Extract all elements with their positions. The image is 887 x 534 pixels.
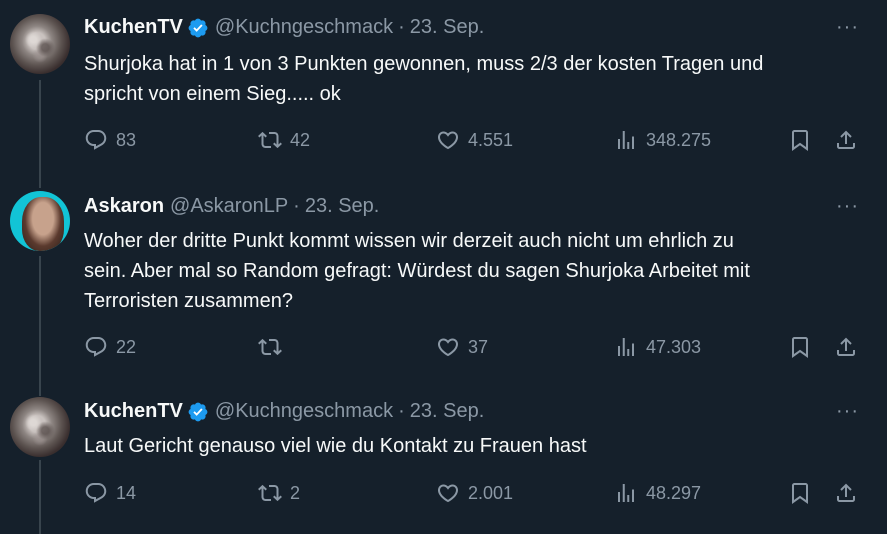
tweet[interactable]: KuchenTV @Kuchngeschmack · 23. Sep. ··· … <box>0 395 887 534</box>
share-icon <box>837 483 855 502</box>
tweet-text: Laut Gericht genauso viel wie du Kontakt… <box>84 431 874 461</box>
tweet-text: Woher der dritte Punkt kommt wissen wir … <box>84 226 874 316</box>
views-button[interactable]: 48.297 <box>614 481 701 505</box>
retweet-icon <box>258 338 282 356</box>
verified-badge-icon <box>187 401 209 423</box>
heart-icon <box>437 131 459 150</box>
like-button[interactable]: 2.001 <box>436 481 513 505</box>
reply-icon <box>85 483 107 503</box>
verified-badge-icon <box>187 17 209 39</box>
more-options-icon[interactable]: ··· <box>836 195 859 218</box>
heart-icon <box>437 484 459 503</box>
action-bar: 83 42 4.551 348.275 <box>84 128 864 158</box>
separator-dot: · <box>398 400 405 422</box>
tweet-header: KuchenTV @Kuchngeschmack · 23. Sep. <box>84 16 484 39</box>
retweet-count: 2 <box>290 483 301 503</box>
share-button[interactable] <box>834 481 858 505</box>
avatar[interactable] <box>10 397 70 457</box>
share-icon <box>837 337 855 356</box>
bookmark-button[interactable] <box>788 128 812 152</box>
retweet-button[interactable] <box>258 335 290 359</box>
tweet-text-line: sein. Aber mal so Random gefragt: Würdes… <box>84 260 750 282</box>
retweet-count: 42 <box>290 130 311 150</box>
tweet-header: KuchenTV @Kuchngeschmack · 23. Sep. <box>84 400 484 423</box>
reply-count: 22 <box>116 337 137 357</box>
avatar[interactable] <box>10 191 70 251</box>
bookmark-icon <box>792 337 808 358</box>
retweet-button[interactable]: 2 <box>258 481 300 505</box>
views-button[interactable]: 348.275 <box>614 128 711 152</box>
reply-button[interactable]: 14 <box>84 481 136 505</box>
more-options-icon[interactable]: ··· <box>836 16 859 39</box>
reply-button[interactable]: 83 <box>84 128 136 152</box>
tweet-text-line: Terroristen zusammen? <box>84 290 293 312</box>
views-count: 47.303 <box>646 337 702 357</box>
tweet-text-line: Woher der dritte Punkt kommt wissen wir … <box>84 230 734 252</box>
retweet-button[interactable]: 42 <box>258 128 310 152</box>
reply-icon <box>85 130 107 150</box>
tweet-text: Shurjoka hat in 1 von 3 Punkten gewonnen… <box>84 49 874 109</box>
bookmark-button[interactable] <box>788 481 812 505</box>
views-button[interactable]: 47.303 <box>614 335 701 359</box>
tweet-date[interactable]: 23. Sep. <box>305 195 380 218</box>
views-count: 48.297 <box>646 483 702 503</box>
tweet-text-line: Laut Gericht genauso viel wie du Kontakt… <box>84 435 587 457</box>
tweet-text-line: Shurjoka hat in 1 von 3 Punkten gewonnen… <box>84 53 764 75</box>
reply-count: 14 <box>116 483 137 503</box>
like-button[interactable]: 4.551 <box>436 128 513 152</box>
author-name[interactable]: Askaron <box>84 195 164 218</box>
action-bar: 14 2 2.001 48.297 <box>84 481 864 511</box>
share-icon <box>837 130 855 149</box>
tweet-date[interactable]: 23. Sep. <box>410 400 485 423</box>
author-handle[interactable]: @Kuchngeschmack <box>215 16 393 39</box>
like-count: 37 <box>468 337 489 357</box>
heart-icon <box>437 338 459 357</box>
share-button[interactable] <box>834 128 858 152</box>
tweet-date[interactable]: 23. Sep. <box>410 16 485 39</box>
reply-button[interactable]: 22 <box>84 335 136 359</box>
bookmark-button[interactable] <box>788 335 812 359</box>
more-options-icon[interactable]: ··· <box>836 400 859 423</box>
retweet-icon <box>258 484 282 502</box>
separator-dot: · <box>293 195 300 217</box>
like-button[interactable]: 37 <box>436 335 488 359</box>
reply-count: 83 <box>116 130 137 150</box>
analytics-icon <box>618 131 634 149</box>
bookmark-icon <box>792 130 808 151</box>
views-count: 348.275 <box>646 130 712 150</box>
author-handle[interactable]: @Kuchngeschmack <box>215 400 393 423</box>
tweet-text-line: spricht von einem Sieg..... ok <box>84 83 341 105</box>
reply-icon <box>85 337 107 357</box>
separator-dot: · <box>398 16 405 38</box>
bookmark-icon <box>792 483 808 504</box>
like-count: 2.001 <box>468 483 514 503</box>
share-button[interactable] <box>834 335 858 359</box>
action-bar: 22 37 47.303 <box>84 335 864 365</box>
author-handle[interactable]: @AskaronLP <box>170 195 288 218</box>
author-name[interactable]: KuchenTV <box>84 400 183 423</box>
avatar[interactable] <box>10 14 70 74</box>
analytics-icon <box>618 338 634 356</box>
tweet[interactable]: KuchenTV @Kuchngeschmack · 23. Sep. ··· … <box>0 0 887 180</box>
like-count: 4.551 <box>468 130 514 150</box>
tweet[interactable]: Askaron @AskaronLP · 23. Sep. ··· Woher … <box>0 180 887 395</box>
tweet-header: Askaron @AskaronLP · 23. Sep. <box>84 195 379 218</box>
author-name[interactable]: KuchenTV <box>84 16 183 39</box>
analytics-icon <box>618 484 634 502</box>
retweet-icon <box>258 131 282 149</box>
